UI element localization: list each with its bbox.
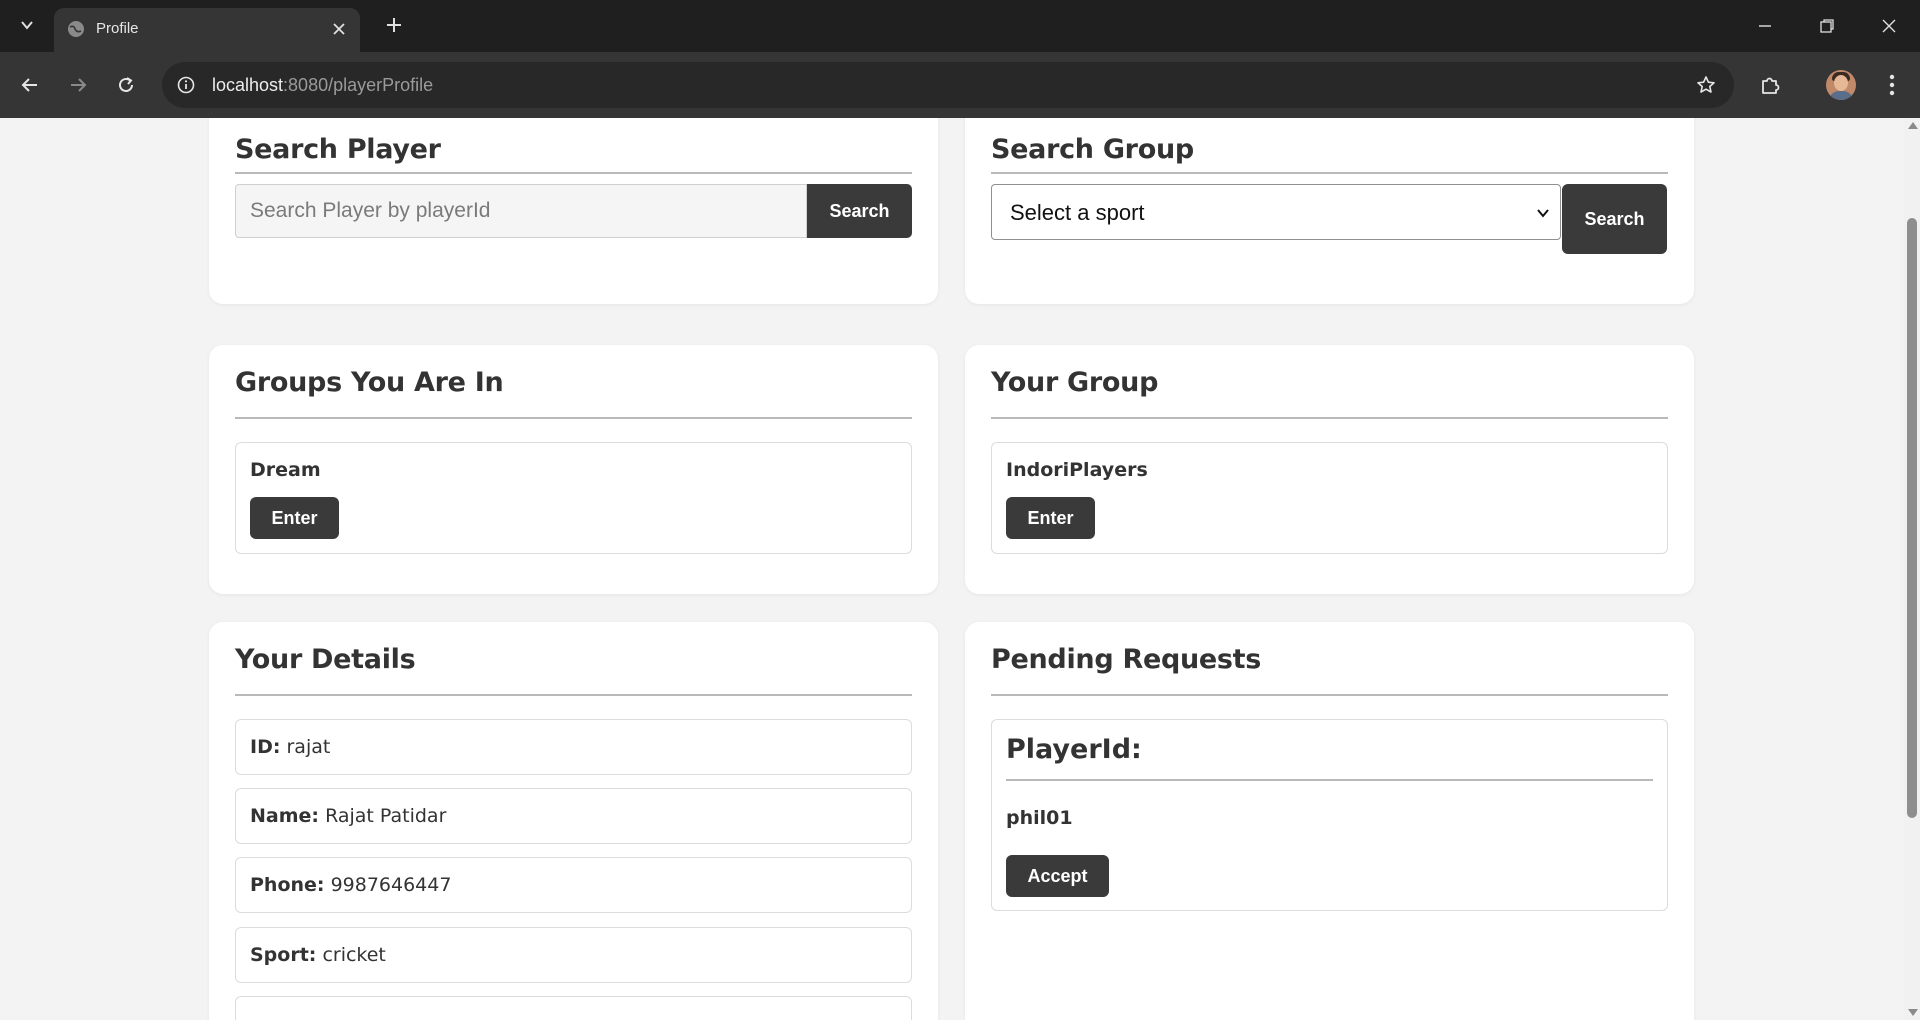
search-player-card: Search Player Search	[209, 118, 938, 304]
scroll-down-arrow-icon[interactable]	[1908, 1009, 1918, 1016]
tab-search-chevron-icon[interactable]	[14, 12, 40, 38]
search-player-input[interactable]	[235, 184, 807, 238]
reload-icon[interactable]	[110, 69, 142, 101]
url-text: localhost:8080/playerProfile	[212, 75, 434, 95]
bookmark-star-icon[interactable]	[1694, 73, 1718, 97]
close-tab-icon[interactable]	[328, 18, 350, 40]
detail-value: 9987646447	[330, 874, 452, 896]
accept-request-button[interactable]: Accept	[1006, 855, 1109, 897]
your-details-title: Your Details	[235, 644, 416, 675]
sport-select[interactable]: Select a sport	[991, 184, 1561, 240]
browser-tab[interactable]: Profile	[54, 8, 360, 52]
forward-arrow-icon[interactable]	[62, 69, 94, 101]
group-item: Dream Enter	[235, 442, 912, 554]
groups-you-are-in-title: Groups You Are In	[235, 367, 504, 398]
search-group-button[interactable]: Search	[1562, 184, 1667, 254]
profile-avatar[interactable]	[1826, 70, 1856, 100]
address-bar[interactable]: localhost:8080/playerProfile	[162, 62, 1734, 108]
scroll-up-arrow-icon[interactable]	[1908, 122, 1918, 129]
your-group-card: Your Group IndoriPlayers Enter	[965, 345, 1694, 594]
enter-group-button[interactable]: Enter	[1006, 497, 1095, 539]
request-player-id: phil01	[1006, 807, 1073, 829]
detail-row-name: Name: Rajat Patidar	[235, 788, 912, 844]
extensions-puzzle-icon[interactable]	[1754, 69, 1786, 101]
kebab-menu-icon[interactable]	[1876, 69, 1908, 101]
detail-row-partial	[235, 996, 912, 1020]
divider	[991, 694, 1668, 696]
groups-you-are-in-card: Groups You Are In Dream Enter	[209, 345, 938, 594]
search-group-card: Search Group Select a sport Search	[965, 118, 1694, 304]
tab-title: Profile	[96, 20, 139, 37]
detail-label: Sport:	[250, 944, 317, 966]
detail-row-sport: Sport: cricket	[235, 927, 912, 983]
detail-label: Phone:	[250, 874, 325, 896]
browser-toolbar: localhost:8080/playerProfile	[0, 52, 1920, 118]
page-scrollbar[interactable]	[1904, 118, 1920, 1020]
close-window-icon[interactable]	[1866, 10, 1912, 42]
sport-select-value: Select a sport	[1010, 200, 1145, 225]
detail-value: cricket	[322, 944, 386, 966]
globe-icon	[66, 19, 86, 39]
search-player-button[interactable]: Search	[807, 184, 912, 238]
pending-requests-title: Pending Requests	[991, 644, 1262, 675]
detail-label: Name:	[250, 805, 320, 827]
divider	[991, 172, 1668, 174]
request-heading: PlayerId:	[1006, 734, 1142, 765]
browser-tab-bar: Profile	[0, 0, 1920, 52]
detail-row-id: ID: rajat	[235, 719, 912, 775]
detail-value: rajat	[286, 736, 331, 758]
search-group-title: Search Group	[991, 134, 1194, 165]
minimize-icon[interactable]	[1742, 10, 1788, 42]
group-name: IndoriPlayers	[1006, 459, 1148, 481]
restore-icon[interactable]	[1804, 10, 1850, 42]
detail-row-phone: Phone: 9987646447	[235, 857, 912, 913]
page-viewport: Search Player Search Search Group Select…	[0, 118, 1904, 1020]
chevron-down-icon	[1536, 205, 1550, 219]
your-details-card: Your Details ID: rajat Name: Rajat Patid…	[209, 622, 938, 1020]
divider	[991, 417, 1668, 419]
divider	[235, 417, 912, 419]
enter-group-button[interactable]: Enter	[250, 497, 339, 539]
site-info-icon[interactable]	[174, 73, 198, 97]
search-player-title: Search Player	[235, 134, 441, 165]
pending-requests-card: Pending Requests PlayerId: phil01 Accept	[965, 622, 1694, 1020]
new-tab-plus-icon[interactable]	[382, 13, 406, 37]
scroll-thumb[interactable]	[1907, 218, 1917, 818]
group-item: IndoriPlayers Enter	[991, 442, 1668, 554]
divider	[1006, 779, 1653, 781]
detail-value: Rajat Patidar	[325, 805, 447, 827]
request-item: PlayerId: phil01 Accept	[991, 719, 1668, 911]
detail-label: ID:	[250, 736, 281, 758]
divider	[235, 694, 912, 696]
back-arrow-icon[interactable]	[14, 69, 46, 101]
group-name: Dream	[250, 459, 321, 481]
your-group-title: Your Group	[991, 367, 1159, 398]
divider	[235, 172, 912, 174]
